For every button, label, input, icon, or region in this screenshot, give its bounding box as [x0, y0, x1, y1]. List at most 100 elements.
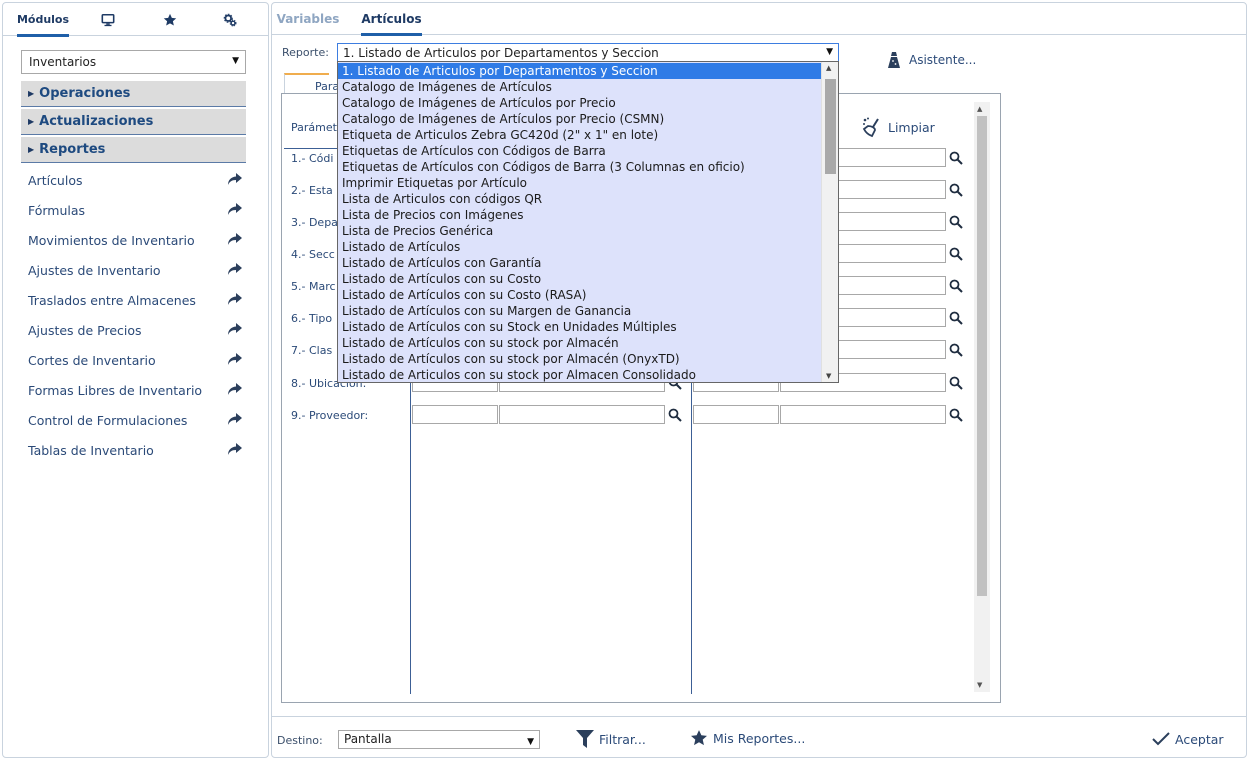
- dropdown-option[interactable]: Listado de Artículos con su Stock en Uni…: [338, 319, 821, 335]
- sidebar-item[interactable]: Cortes de Inventario: [28, 350, 248, 370]
- sidebar-item-label: Tablas de Inventario: [28, 442, 154, 458]
- search-icon[interactable]: [949, 343, 963, 357]
- sidebar-item[interactable]: Formas Libres de Inventario: [28, 380, 248, 400]
- chevron-down-icon: ▼: [232, 56, 239, 66]
- filtrar-label: Filtrar...: [599, 731, 646, 747]
- dropdown-option[interactable]: Lista de Articulos con códigos QR: [338, 191, 821, 207]
- scroll-down-icon[interactable]: ▼: [977, 681, 982, 689]
- dropdown-scrollbar[interactable]: ▲ ▼: [821, 62, 838, 382]
- section-actualizaciones[interactable]: ▶ Actualizaciones: [21, 109, 246, 135]
- search-icon[interactable]: [949, 311, 963, 325]
- section-operaciones[interactable]: ▶ Operaciones: [21, 81, 246, 107]
- dropdown-option[interactable]: Etiquetas de Artículos con Códigos de Ba…: [338, 143, 821, 159]
- tab-settings[interactable]: [213, 3, 247, 36]
- sidebar-item[interactable]: Movimientos de Inventario: [28, 230, 248, 250]
- dropdown-option[interactable]: Listado de Articulos con su stock por Al…: [338, 367, 821, 382]
- report-select[interactable]: 1. Listado de Articulos por Departamento…: [337, 43, 839, 62]
- search-icon[interactable]: [668, 408, 682, 422]
- search-icon[interactable]: [949, 408, 963, 422]
- dropdown-option[interactable]: Listado de Artículos con su Costo (RASA): [338, 287, 821, 303]
- sidebar-item[interactable]: Artículos: [28, 170, 248, 190]
- share-arrow-icon[interactable]: [227, 412, 243, 426]
- dropdown-option[interactable]: Listado de Artículos con su stock por Al…: [338, 351, 821, 367]
- section-reportes[interactable]: ▶ Reportes: [21, 137, 246, 163]
- sidebar-item[interactable]: Control de Formulaciones: [28, 410, 248, 430]
- share-arrow-icon[interactable]: [227, 442, 243, 456]
- mis-reportes-button[interactable]: Mis Reportes...: [690, 729, 805, 747]
- param-label: 3.- Depa: [291, 216, 338, 229]
- destino-select[interactable]: Pantalla ▼: [338, 730, 540, 749]
- sidebar-item-label: Control de Formulaciones: [28, 412, 188, 428]
- dropdown-option[interactable]: 1. Listado de Articulos por Departamento…: [338, 63, 821, 79]
- main-tabs: Variables Artículos: [272, 3, 1246, 36]
- dropdown-option[interactable]: Listado de Artículos con su stock por Al…: [338, 335, 821, 351]
- share-arrow-icon[interactable]: [227, 202, 243, 216]
- share-arrow-icon[interactable]: [227, 292, 243, 306]
- scrollbar-thumb[interactable]: [977, 116, 987, 596]
- search-icon[interactable]: [949, 215, 963, 229]
- dropdown-option[interactable]: Lista de Precios Genérica: [338, 223, 821, 239]
- dropdown-option[interactable]: Catalogo de Imágenes de Artículos por Pr…: [338, 95, 821, 111]
- share-arrow-icon[interactable]: [227, 262, 243, 276]
- scroll-up-icon[interactable]: ▲: [826, 64, 831, 72]
- report-label: Reporte:: [282, 46, 329, 59]
- dropdown-option[interactable]: Listado de Artículos con su Costo: [338, 271, 821, 287]
- scroll-up-icon[interactable]: ▲: [977, 105, 982, 113]
- report-dropdown-list[interactable]: 1. Listado de Articulos por Departamento…: [337, 61, 839, 383]
- chevron-down-icon: ▼: [527, 737, 534, 747]
- dropdown-option[interactable]: Etiquetas de Artículos con Códigos de Ba…: [338, 159, 821, 175]
- sidebar-item[interactable]: Ajustes de Precios: [28, 320, 248, 340]
- tab-articulos[interactable]: Artículos: [361, 3, 422, 36]
- share-arrow-icon[interactable]: [227, 172, 243, 186]
- search-icon[interactable]: [949, 376, 963, 390]
- dropdown-option[interactable]: Catalogo de Imágenes de Artículos: [338, 79, 821, 95]
- report-select-value: 1. Listado de Articulos por Departamento…: [343, 45, 659, 60]
- settings-gears-icon: [223, 13, 237, 26]
- dropdown-option[interactable]: Listado de Artículos: [338, 239, 821, 255]
- param-code-input[interactable]: [693, 405, 779, 424]
- sidebar-item[interactable]: Tablas de Inventario: [28, 440, 248, 460]
- search-icon[interactable]: [949, 183, 963, 197]
- parameters-scrollbar[interactable]: ▲ ▼: [974, 102, 990, 692]
- share-arrow-icon[interactable]: [227, 382, 243, 396]
- dropdown-option[interactable]: Imprimir Etiquetas por Artículo: [338, 175, 821, 191]
- search-icon[interactable]: [949, 151, 963, 165]
- sidebar-item-label: Cortes de Inventario: [28, 352, 156, 368]
- share-arrow-icon[interactable]: [227, 352, 243, 366]
- asistente-button[interactable]: Asistente...: [887, 51, 976, 69]
- tab-monitor[interactable]: [91, 3, 125, 36]
- sidebar-item[interactable]: Traslados entre Almacenes: [28, 290, 248, 310]
- tab-favorites[interactable]: [153, 3, 187, 36]
- sidebar: Módulos Inventarios ▼ ▶ Operaciones ▶ Ac…: [2, 2, 269, 758]
- scroll-down-icon[interactable]: ▼: [826, 372, 831, 380]
- sidebar-item-label: Ajustes de Inventario: [28, 262, 161, 278]
- param-code-input[interactable]: [412, 405, 498, 424]
- filter-icon: [576, 730, 594, 748]
- param-label: 5.- Marc: [291, 280, 336, 293]
- mis-reportes-label: Mis Reportes...: [713, 730, 806, 746]
- aceptar-button[interactable]: Aceptar: [1152, 731, 1224, 747]
- scrollbar-thumb[interactable]: [825, 79, 836, 174]
- dropdown-option[interactable]: Listado de Artículos con su Margen de Ga…: [338, 303, 821, 319]
- tab-variables[interactable]: Variables: [277, 3, 340, 35]
- module-select[interactable]: Inventarios ▼: [21, 50, 246, 74]
- search-icon[interactable]: [949, 279, 963, 293]
- caret-right-icon: ▶: [28, 145, 35, 154]
- dropdown-option[interactable]: Etiqueta de Articulos Zebra GC420d (2" x…: [338, 127, 821, 143]
- check-icon: [1152, 732, 1170, 746]
- share-arrow-icon[interactable]: [227, 232, 243, 246]
- filtrar-button[interactable]: Filtrar...: [576, 729, 646, 749]
- destino-value: Pantalla: [344, 732, 392, 746]
- dropdown-option[interactable]: Listado de Artículos con Garantía: [338, 255, 821, 271]
- tab-parametros[interactable]: Para: [284, 73, 339, 93]
- sidebar-item[interactable]: Fórmulas: [28, 200, 248, 220]
- share-arrow-icon[interactable]: [227, 322, 243, 336]
- search-icon[interactable]: [949, 247, 963, 261]
- dropdown-option[interactable]: Catalogo de Imágenes de Artículos por Pr…: [338, 111, 821, 127]
- dropdown-option[interactable]: Lista de Precios con Imágenes: [338, 207, 821, 223]
- limpiar-button[interactable]: Limpiar: [862, 116, 935, 138]
- sidebar-item[interactable]: Ajustes de Inventario: [28, 260, 248, 280]
- tab-modulos[interactable]: Módulos: [17, 3, 69, 37]
- param-desc-input[interactable]: [499, 405, 665, 424]
- param-desc-input[interactable]: [780, 405, 946, 424]
